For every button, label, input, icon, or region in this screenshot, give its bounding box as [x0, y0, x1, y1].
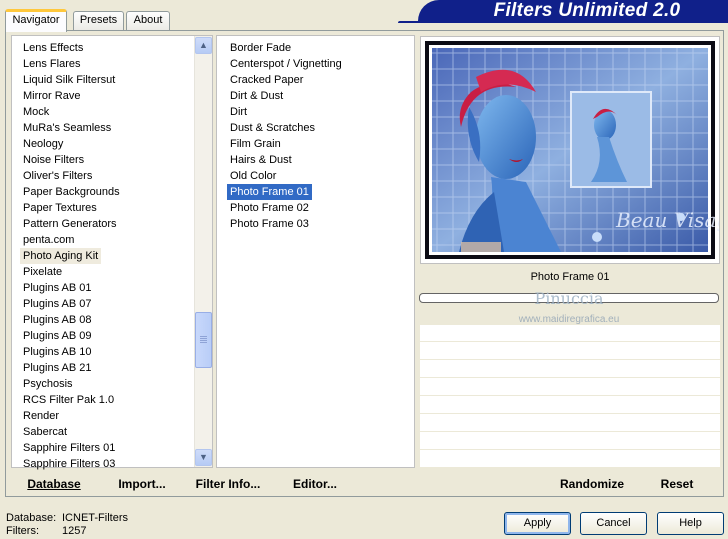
watermark-url: www.maidiregrafica.eu [518, 314, 620, 325]
list-item[interactable]: Liquid Silk Filtersut [20, 72, 118, 88]
editor-button[interactable]: Editor... [292, 475, 338, 493]
list-item[interactable]: Noise Filters [20, 152, 87, 168]
filter-info-button-label: Filter Info... [195, 477, 261, 491]
tab-navigator[interactable]: Navigator [5, 9, 67, 32]
list-item[interactable]: Paper Textures [20, 200, 100, 216]
filters-count: 1257 [62, 525, 87, 537]
category-scrollbar[interactable]: ▲ ▼ [194, 36, 212, 467]
app-title: Filters Unlimited 2.0 [493, 0, 681, 21]
watermark-text: Pinuccia [534, 289, 604, 308]
list-item[interactable]: Photo Frame 03 [227, 216, 312, 232]
list-item[interactable]: Hairs & Dust [227, 152, 295, 168]
slider-row [420, 433, 720, 450]
navigator-panel: Lens Effects Lens Flares Liquid Silk Filte… [5, 30, 728, 497]
list-item[interactable]: Paper Backgrounds [20, 184, 123, 200]
database-label: Database: [6, 512, 57, 524]
scroll-thumb[interactable] [195, 312, 212, 368]
preview-signature: Beau Visage [615, 208, 719, 232]
slider-row [420, 379, 720, 396]
database-button-label: Database [27, 477, 81, 491]
parameter-slider-area [420, 325, 720, 468]
database-value: ICNET-Filters [62, 512, 128, 524]
list-item[interactable]: Sabercat [20, 424, 70, 440]
list-item[interactable]: penta.com [20, 232, 77, 248]
list-item[interactable]: Mirror Rave [20, 88, 83, 104]
filter-list[interactable]: Border Fade Centerspot / Vignetting Cracke… [216, 35, 415, 468]
list-item[interactable]: Sapphire Filters 01 [20, 440, 118, 456]
database-button[interactable]: Database [26, 475, 82, 493]
cancel-button-label: Cancel [596, 517, 631, 529]
app-title-banner: Filters Unlimited 2.0 [418, 0, 728, 21]
filters-label: Filters: [6, 525, 39, 537]
preview-image: Beau Visage [425, 41, 728, 259]
list-item[interactable]: Pixelate [20, 264, 65, 280]
preview-pane: Beau Visage [420, 36, 728, 264]
list-item[interactable]: Old Color [227, 168, 279, 184]
list-item[interactable]: Plugins AB 08 [20, 312, 95, 328]
help-button[interactable]: Help [657, 512, 724, 535]
preview-filter-name: Photo Frame 01 [530, 271, 610, 283]
slider-row [420, 397, 720, 414]
list-item[interactable]: Neology [20, 136, 66, 152]
list-item[interactable]: Dust & Scratches [227, 120, 318, 136]
tab-presets[interactable]: Presets [73, 11, 124, 30]
list-item[interactable]: Plugins AB 07 [20, 296, 95, 312]
scroll-down-button[interactable]: ▼ [195, 449, 212, 466]
list-item[interactable]: Border Fade [227, 40, 294, 56]
import-button[interactable]: Import... [116, 475, 168, 493]
import-button-label: Import... [118, 477, 166, 491]
list-item[interactable]: Photo Aging Kit [20, 248, 102, 264]
cancel-button[interactable]: Cancel [580, 512, 647, 535]
list-item[interactable]: Plugins AB 10 [20, 344, 95, 360]
category-list[interactable]: Lens Effects Lens Flares Liquid Silk Filte… [11, 35, 213, 470]
list-item[interactable]: Pattern Generators [20, 216, 120, 232]
list-item[interactable]: Cracked Paper [227, 72, 306, 88]
list-item[interactable]: Lens Flares [20, 56, 83, 72]
title-underline [398, 21, 728, 23]
list-item[interactable]: Dirt [227, 104, 250, 120]
list-item[interactable]: Sapphire Filters 03 [20, 456, 118, 472]
randomize-button[interactable]: Randomize [557, 475, 627, 493]
list-item[interactable]: Mock [20, 104, 52, 120]
slider-row [420, 325, 720, 342]
editor-button-label: Editor... [292, 477, 337, 491]
help-button-label: Help [679, 517, 702, 529]
tab-about[interactable]: About [126, 11, 170, 30]
list-item[interactable]: Photo Frame 02 [227, 200, 312, 216]
slider-row [420, 343, 720, 360]
list-item[interactable]: Plugins AB 21 [20, 360, 95, 376]
list-item[interactable]: Dirt & Dust [227, 88, 286, 104]
list-item[interactable]: Plugins AB 09 [20, 328, 95, 344]
scroll-up-button[interactable]: ▲ [195, 37, 212, 54]
list-item[interactable]: Render [20, 408, 62, 424]
slider-row [420, 415, 720, 432]
reset-button[interactable]: Reset [654, 475, 700, 493]
slider-row [420, 361, 720, 378]
slider-row [420, 451, 720, 468]
list-item[interactable]: RCS Filter Pak 1.0 [20, 392, 117, 408]
list-item[interactable]: Plugins AB 01 [20, 280, 95, 296]
list-item[interactable]: MuRa's Seamless [20, 120, 114, 136]
list-item[interactable]: Photo Frame 01 [227, 184, 312, 200]
list-item[interactable]: Film Grain [227, 136, 284, 152]
apply-button[interactable]: Apply [504, 512, 571, 535]
randomize-button-label: Randomize [559, 477, 624, 491]
list-item[interactable]: Psychosis [20, 376, 76, 392]
reset-button-label: Reset [660, 477, 694, 491]
list-item[interactable]: Centerspot / Vignetting [227, 56, 345, 72]
filter-info-button[interactable]: Filter Info... [194, 475, 262, 493]
list-item[interactable]: Lens Effects [20, 40, 86, 56]
list-item[interactable]: Oliver's Filters [20, 168, 95, 184]
apply-button-label: Apply [523, 517, 552, 529]
